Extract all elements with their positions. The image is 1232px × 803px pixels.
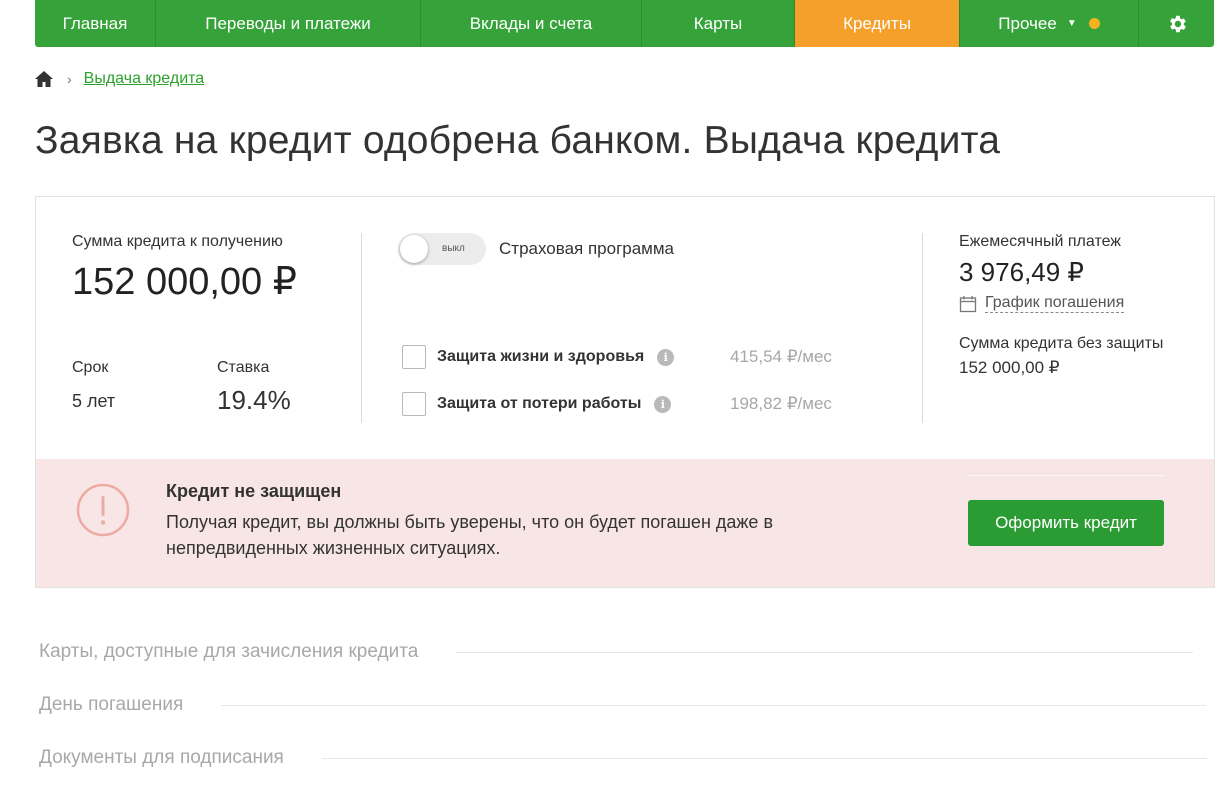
payment-summary-block: Ежемесячный платеж 3 976,49 ₽ График пог… (959, 233, 1189, 378)
term-label: Срок (72, 359, 109, 376)
nav-item-label: Кредиты (843, 13, 911, 33)
section-cards[interactable]: Карты, доступные для зачисления кредита (39, 641, 1194, 663)
info-icon[interactable]: i (657, 348, 675, 366)
no-protection-value: 152 000,00 ₽ (959, 358, 1060, 377)
insurance-block: выкл Страховая программа Защита жизни и … (398, 233, 898, 416)
rate-block: Ставка 19.4% (217, 359, 291, 416)
nav-item-deposits[interactable]: Вклады и счета (421, 0, 642, 47)
notification-dot (1088, 18, 1100, 29)
insurance-toggle[interactable]: выкл (398, 233, 486, 265)
monthly-payment-label: Ежемесячный платеж (959, 233, 1122, 250)
divider (361, 233, 362, 423)
option-label: Защита жизни и здоровья (437, 348, 645, 365)
section-title: Карты, доступные для зачисления кредита (39, 641, 419, 662)
breadcrumb-current-link[interactable]: Выдача кредита (84, 70, 205, 88)
insurance-toggle-row: выкл Страховая программа (398, 233, 674, 265)
section-documents[interactable]: Документы для подписания (39, 747, 1207, 769)
divider (922, 233, 923, 423)
loan-card: Сумма кредита к получению 152 000,00 ₽ С… (35, 196, 1215, 588)
job-loss-protection-checkbox[interactable] (402, 392, 426, 416)
alert-title: Кредит не защищен (166, 481, 342, 501)
nav-item-credits[interactable]: Кредиты (795, 0, 960, 47)
divider (968, 475, 1164, 476)
rate-value: 19.4% (217, 385, 291, 415)
chevron-right-icon: › (67, 71, 72, 87)
nav-item-other[interactable]: Прочее ▼ (960, 0, 1139, 47)
settings-button[interactable] (1139, 0, 1214, 47)
info-icon[interactable]: i (654, 395, 672, 413)
amount-label: Сумма кредита к получению (72, 233, 283, 250)
gear-icon (1169, 15, 1186, 32)
divider (456, 651, 1194, 653)
insurance-toggle-label: Страховая программа (499, 239, 675, 258)
divider (221, 704, 1207, 706)
term-block: Срок 5 лет (72, 359, 115, 412)
unprotected-alert: Кредит не защищен Получая кредит, вы дол… (36, 459, 1214, 587)
nav-item-label: Главная (62, 13, 128, 33)
nav-item-main[interactable]: Главная (35, 0, 156, 47)
alert-text: Получая кредит, вы должны быть уверены, … (166, 512, 774, 558)
caret-down-icon: ▼ (1066, 18, 1077, 29)
schedule-link-text[interactable]: График погашения (985, 294, 1125, 313)
option-price: 198,82 ₽/мес (730, 394, 832, 413)
toggle-state-text: выкл (442, 243, 465, 254)
exclamation-circle-icon (76, 483, 130, 537)
loan-amount-block: Сумма кредита к получению 152 000,00 ₽ С… (72, 233, 362, 415)
nav-item-label: Переводы и платежи (205, 13, 371, 33)
rate-label: Ставка (217, 359, 270, 376)
nav-item-label: Прочее (998, 13, 1057, 33)
term-value: 5 лет (72, 391, 116, 411)
option-price: 415,54 ₽/мес (730, 347, 832, 366)
nav-item-label: Карты (693, 13, 743, 33)
calendar-icon (959, 295, 977, 312)
section-repayment-day[interactable]: День погашения (39, 694, 1207, 716)
repayment-schedule-link[interactable]: График погашения (959, 294, 1189, 313)
insurance-option-life: Защита жизни и здоровья i 415,54 ₽/мес (402, 345, 872, 369)
issue-credit-button[interactable]: Оформить кредит (968, 500, 1164, 546)
top-nav: Главная Переводы и платежи Вклады и счет… (35, 0, 1214, 47)
no-protection-label: Сумма кредита без защиты (959, 335, 1164, 352)
nav-item-label: Вклады и счета (469, 13, 593, 33)
nav-item-cards[interactable]: Карты (642, 0, 795, 47)
section-title: День погашения (39, 694, 184, 715)
home-icon[interactable] (35, 71, 53, 87)
divider (321, 757, 1207, 759)
option-label: Защита от потери работы (437, 395, 642, 412)
monthly-payment-value: 3 976,49 ₽ (959, 257, 1084, 287)
nav-item-transfers[interactable]: Переводы и платежи (156, 0, 421, 47)
section-title: Документы для подписания (39, 747, 284, 768)
amount-value: 152 000,00 ₽ (72, 261, 297, 303)
breadcrumb: › Выдача кредита (35, 70, 204, 88)
insurance-option-job: Защита от потери работы i 198,82 ₽/мес (402, 392, 872, 416)
life-protection-checkbox[interactable] (402, 345, 426, 369)
toggle-knob (400, 235, 428, 263)
page-title: Заявка на кредит одобрена банком. Выдача… (35, 119, 1001, 162)
